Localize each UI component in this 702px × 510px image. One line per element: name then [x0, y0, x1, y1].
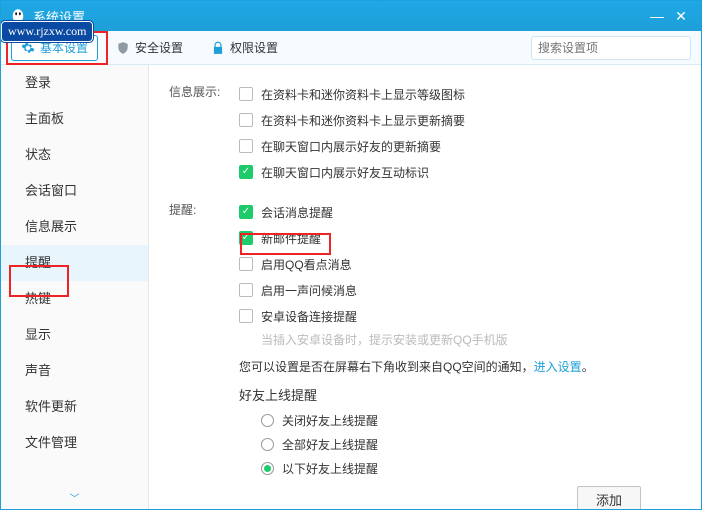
option-label: 在资料卡和迷你资料卡上显示等级图标 — [261, 86, 465, 103]
tab-permission-label: 权限设置 — [230, 39, 278, 56]
option-session-msg[interactable]: 会话消息提醒 — [239, 199, 681, 225]
minimize-button[interactable]: — — [645, 4, 669, 28]
checkbox-icon — [239, 283, 253, 297]
option-update-summary-card[interactable]: 在资料卡和迷你资料卡上显示更新摘要 — [239, 107, 681, 133]
section-label: 信息展示: — [169, 81, 239, 185]
body: 登录 主面板 状态 会话窗口 信息展示 提醒 热键 显示 声音 软件更新 文件管… — [1, 65, 701, 509]
sidebar-item-reminder[interactable]: 提醒 — [1, 245, 148, 281]
option-label: 启用QQ看点消息 — [261, 256, 352, 273]
radio-icon — [261, 462, 274, 475]
qzone-period: 。 — [582, 360, 594, 374]
checkbox-icon — [239, 257, 253, 271]
radio-all-online[interactable]: 全部好友上线提醒 — [261, 432, 681, 456]
sidebar: 登录 主面板 状态 会话窗口 信息展示 提醒 热键 显示 声音 软件更新 文件管… — [1, 65, 149, 509]
sidebar-item-session[interactable]: 会话窗口 — [1, 173, 148, 209]
android-hint: 当插入安卓设备时，提示安装或更新QQ手机版 — [239, 331, 681, 348]
option-greeting-msg[interactable]: 启用一声问候消息 — [239, 277, 681, 303]
checkbox-icon — [239, 205, 253, 219]
sidebar-item-files[interactable]: 文件管理 — [1, 425, 148, 461]
section-body: 在资料卡和迷你资料卡上显示等级图标 在资料卡和迷你资料卡上显示更新摘要 在聊天窗… — [239, 81, 681, 185]
online-reminder-head: 好友上线提醒 — [239, 385, 681, 404]
checkbox-icon — [239, 309, 253, 323]
checkbox-icon — [239, 165, 253, 179]
option-label: 启用一声问候消息 — [261, 282, 357, 299]
option-label: 在资料卡和迷你资料卡上显示更新摘要 — [261, 112, 465, 129]
checkbox-icon — [239, 139, 253, 153]
section-reminder: 提醒: 会话消息提醒 新邮件提醒 启用QQ看点消息 启用一声问候消息 安卓设备连… — [169, 199, 681, 509]
radio-label: 以下好友上线提醒 — [282, 460, 378, 477]
watermark-text: www.rjzxw.com — [1, 21, 93, 42]
sidebar-item-display[interactable]: 显示 — [1, 317, 148, 353]
sidebar-item-login[interactable]: 登录 — [1, 65, 148, 101]
search-input[interactable] — [538, 41, 693, 55]
content: 信息展示: 在资料卡和迷你资料卡上显示等级图标 在资料卡和迷你资料卡上显示更新摘… — [149, 65, 701, 509]
option-qq-kandian[interactable]: 启用QQ看点消息 — [239, 251, 681, 277]
sidebar-item-infodisplay[interactable]: 信息展示 — [1, 209, 148, 245]
radio-selected-online[interactable]: 以下好友上线提醒 — [261, 456, 681, 480]
watermark-overlay: www.rjzxw.com — [1, 21, 93, 42]
section-label: 提醒: — [169, 199, 239, 509]
gear-icon — [21, 41, 35, 55]
section-info-display: 信息展示: 在资料卡和迷你资料卡上显示等级图标 在资料卡和迷你资料卡上显示更新摘… — [169, 81, 681, 185]
radio-label: 关闭好友上线提醒 — [282, 412, 378, 429]
add-button-row: 添加 — [239, 480, 681, 509]
toolbar: 基本设置 安全设置 权限设置 — [1, 31, 701, 65]
option-new-mail[interactable]: 新邮件提醒 — [239, 225, 681, 251]
titlebar: 系统设置 — ✕ — [1, 1, 701, 31]
sidebar-item-update[interactable]: 软件更新 — [1, 389, 148, 425]
option-label: 安卓设备连接提醒 — [261, 308, 357, 325]
option-interact-badge[interactable]: 在聊天窗口内展示好友互动标识 — [239, 159, 681, 185]
window-title: 系统设置 — [33, 7, 645, 26]
chevron-down-icon[interactable]: ﹀ — [70, 490, 80, 505]
lock-icon — [211, 41, 225, 55]
shield-icon — [116, 41, 130, 55]
option-label: 在聊天窗口内展示好友互动标识 — [261, 164, 429, 181]
qzone-settings-link[interactable]: 进入设置 — [534, 360, 582, 374]
close-button[interactable]: ✕ — [669, 4, 693, 28]
tab-security[interactable]: 安全设置 — [106, 35, 193, 61]
tab-security-label: 安全设置 — [135, 39, 183, 56]
add-button[interactable]: 添加 — [577, 486, 641, 509]
checkbox-icon — [239, 113, 253, 127]
option-label: 新邮件提醒 — [261, 230, 321, 247]
option-android-connect[interactable]: 安卓设备连接提醒 — [239, 303, 681, 329]
section-body: 会话消息提醒 新邮件提醒 启用QQ看点消息 启用一声问候消息 安卓设备连接提醒 … — [239, 199, 681, 509]
option-level-icon[interactable]: 在资料卡和迷你资料卡上显示等级图标 — [239, 81, 681, 107]
qzone-text: 您可以设置是否在屏幕右下角收到来自QQ空间的通知， — [239, 360, 534, 374]
option-update-summary-chat[interactable]: 在聊天窗口内展示好友的更新摘要 — [239, 133, 681, 159]
sidebar-item-mainpanel[interactable]: 主面板 — [1, 101, 148, 137]
tab-permission[interactable]: 权限设置 — [201, 35, 288, 61]
qzone-notice-row: 您可以设置是否在屏幕右下角收到来自QQ空间的通知，进入设置。 — [239, 358, 681, 375]
radio-icon — [261, 414, 274, 427]
option-label: 会话消息提醒 — [261, 204, 333, 221]
checkbox-icon — [239, 231, 253, 245]
sidebar-item-sound[interactable]: 声音 — [1, 353, 148, 389]
online-reminder-options: 关闭好友上线提醒 全部好友上线提醒 以下好友上线提醒 — [239, 408, 681, 480]
radio-label: 全部好友上线提醒 — [282, 436, 378, 453]
sidebar-item-status[interactable]: 状态 — [1, 137, 148, 173]
radio-icon — [261, 438, 274, 451]
settings-window: 系统设置 — ✕ www.rjzxw.com 基本设置 安全设置 权限设置 登录… — [0, 0, 702, 510]
radio-close-online[interactable]: 关闭好友上线提醒 — [261, 408, 681, 432]
checkbox-icon — [239, 87, 253, 101]
search-box[interactable] — [531, 36, 691, 60]
option-label: 在聊天窗口内展示好友的更新摘要 — [261, 138, 441, 155]
sidebar-item-hotkey[interactable]: 热键 — [1, 281, 148, 317]
